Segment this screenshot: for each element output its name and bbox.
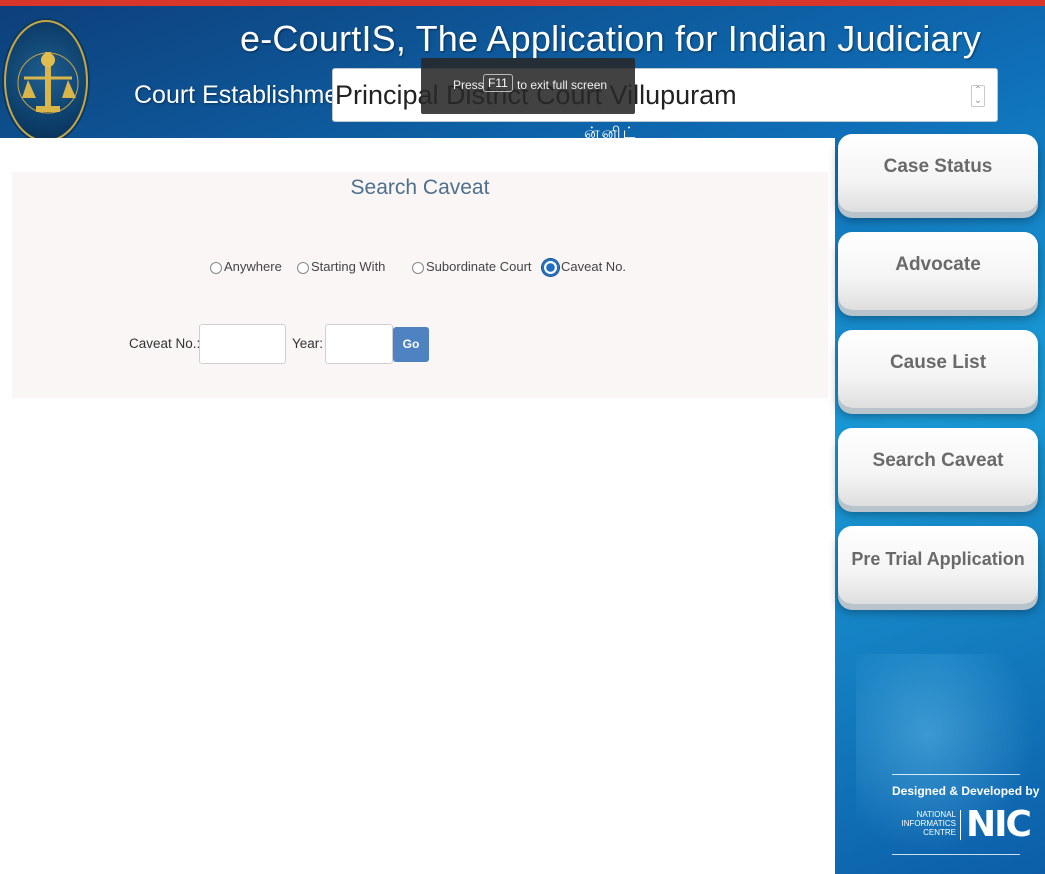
judiciary-emblem-icon: [4, 20, 88, 142]
year-label: Year:: [292, 336, 324, 351]
establishment-label: Court Establishment: [134, 81, 360, 109]
sidebar-item-cause-list[interactable]: Cause List: [838, 330, 1038, 408]
divider: [960, 810, 961, 840]
radio-subordinate-court[interactable]: Subordinate Court: [412, 256, 532, 278]
radio-label: Caveat No.: [561, 259, 627, 274]
nic-fullname: NATIONAL INFORMATICS CENTRE: [892, 810, 956, 837]
nic-line-1: NATIONAL: [916, 810, 956, 819]
app-title: e-CourtIS, The Application for Indian Ju…: [240, 18, 982, 59]
radio-circle-icon: [412, 261, 424, 274]
nic-line-2: INFORMATICS: [901, 819, 956, 828]
radio-starting-with[interactable]: Starting With: [297, 256, 385, 278]
caveat-no-label: Caveat No.:: [129, 336, 201, 351]
sidebar-item-pre-trial-application[interactable]: Pre Trial Application: [838, 526, 1038, 604]
radio-label: Subordinate Court: [426, 259, 532, 274]
radio-checked-icon: [542, 259, 559, 277]
nic-line-3: CENTRE: [923, 828, 956, 837]
divider: [892, 854, 1020, 855]
sidebar-item-case-status[interactable]: Case Status: [838, 134, 1038, 212]
nic-logo: NIC: [966, 804, 1032, 845]
app-window: { "header": { "app_title": "e-CourtIS, T…: [0, 0, 1045, 874]
sidebar-item-search-caveat[interactable]: Search Caveat: [838, 428, 1038, 506]
go-button[interactable]: Go: [393, 327, 429, 362]
radio-circle-icon: [297, 261, 309, 274]
fullscreen-notice-press: Press: [453, 78, 484, 92]
designed-by-label: Designed & Developed by: [892, 784, 1040, 798]
radio-label: Starting With: [311, 259, 386, 274]
caveat-no-input[interactable]: [199, 324, 286, 364]
fullscreen-notice-key: F11: [483, 74, 513, 92]
radio-label: Anywhere: [224, 259, 282, 274]
sidebar-item-advocate[interactable]: Advocate: [838, 232, 1038, 310]
sidebar-nav: Case Status Advocate Cause List Search C…: [836, 134, 1045, 874]
top-accent-strip: [0, 0, 1045, 6]
radio-caveat-no[interactable]: Caveat No.: [542, 256, 626, 278]
fullscreen-notice-text: to exit full screen: [517, 78, 608, 92]
divider: [892, 774, 1020, 775]
search-caveat-panel: Search Caveat Anywhere Starting With Sub…: [12, 172, 828, 398]
select-arrows-icon: ⌃ ⌄: [971, 85, 985, 107]
panel-title: Search Caveat: [350, 176, 490, 199]
fullscreen-notice: Press F11 to exit full screen: [421, 58, 635, 114]
year-input[interactable]: [325, 324, 393, 364]
radio-anywhere[interactable]: Anywhere: [210, 256, 282, 278]
radio-circle-icon: [210, 261, 222, 274]
main-content: Search Caveat Anywhere Starting With Sub…: [0, 138, 835, 874]
